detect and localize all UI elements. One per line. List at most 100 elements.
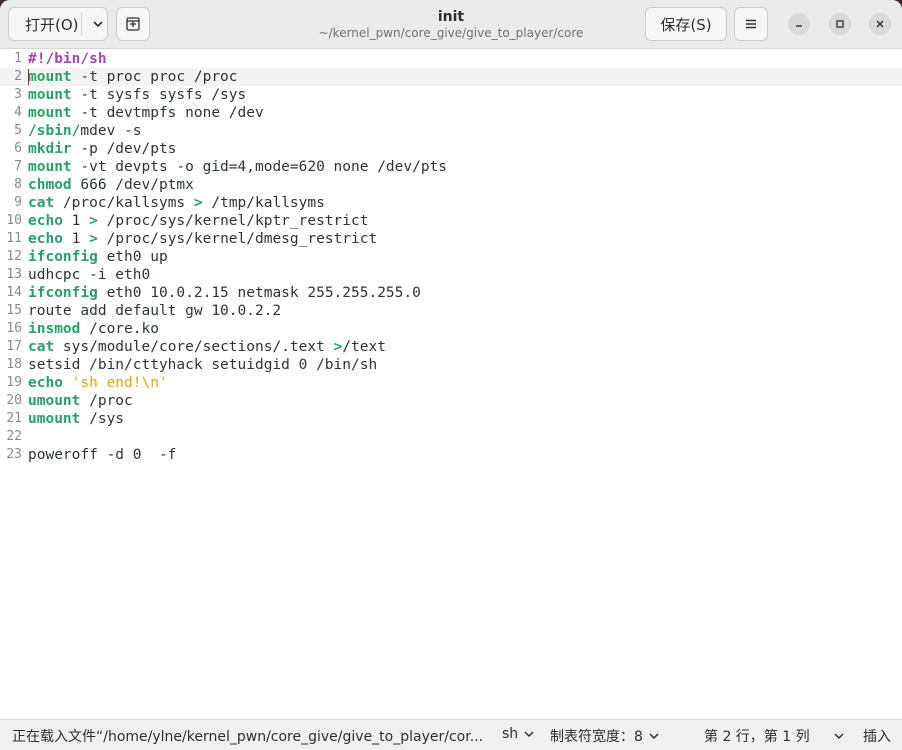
code-token: 1 [62,231,90,247]
code-token: sys/module/core/sections/.text [54,339,334,355]
code-text: mount -t sysfs sysfs /sys [28,86,246,104]
code-text: umount /sys [28,410,124,428]
minimize-icon [796,25,802,27]
code-text: poweroff -d 0 -f [28,446,176,464]
code-line[interactable]: 2 mount -t proc proc /proc [0,68,902,86]
header-bar: 打开(O) init ~/kernel_pwn/core_give/give_t… [0,0,902,49]
code-token: mount [28,105,72,121]
cursor-position-selector[interactable]: 第 2 行，第 1 列 [704,726,846,746]
code-token: cat [28,339,55,355]
line-number: 14 [6,285,22,300]
line-number: 1 [14,51,22,66]
maximize-icon [836,20,844,28]
code-line[interactable]: 13 udhcpc -i eth0 [0,266,902,284]
code-token: #!/bin/sh [28,51,107,67]
line-number: 2 [14,69,22,84]
code-token: -p /dev/pts [71,141,177,157]
line-number: 10 [6,213,22,228]
code-line[interactable]: 6 mkdir -p /dev/pts [0,140,902,158]
code-token: /sbin/ [28,123,81,139]
code-text: route add default gw 10.0.2.2 [28,302,281,320]
maximize-button[interactable] [829,13,851,35]
code-text: echo 1 > /proc/sys/kernel/kptr_restrict [28,212,368,230]
code-token: /text [342,339,386,355]
open-button-divider [81,12,82,36]
code-line[interactable]: 18 setsid /bin/cttyhack setuidgid 0 /bin/… [0,356,902,374]
language-label: sh [502,726,519,742]
close-button[interactable] [869,13,891,35]
code-line[interactable]: 16 insmod /core.ko [0,320,902,338]
code-text: #!/bin/sh [28,50,107,68]
code-token: route add default gw 10.0.2.2 [28,303,282,319]
code-token: mount [28,159,72,175]
code-token: -t proc proc /proc [71,69,238,85]
close-icon [876,20,884,28]
insert-mode-indicator[interactable]: 插入 [863,726,891,746]
code-line[interactable]: 4 mount -t devtmpfs none /dev [0,104,902,122]
open-file-button[interactable]: 打开(O) [8,7,108,41]
status-bar: 正在载入文件“/home/ylne/kernel_pwn/core_give/g… [0,719,902,750]
chevron-down-icon [834,733,844,740]
line-number: 19 [6,375,22,390]
save-button[interactable]: 保存(S) [645,7,727,41]
code-text: mount -t devtmpfs none /dev [28,104,264,122]
code-token: /tmp/kallsyms [202,195,325,211]
line-number: 13 [6,267,22,282]
main-menu-button[interactable] [734,7,768,41]
code-line[interactable]: 17 cat sys/module/core/sections/.text >/t… [0,338,902,356]
chevron-down-icon[interactable] [91,17,105,31]
code-text: setsid /bin/cttyhack setuidgid 0 /bin/sh [28,356,377,374]
code-line[interactable]: 19 echo 'sh end!\n' [0,374,902,392]
new-tab-button[interactable] [116,7,150,41]
code-text: umount /proc [28,392,133,410]
code-line[interactable]: 12 ifconfig eth0 up [0,248,902,266]
code-line[interactable]: 22 [0,428,902,446]
code-token: poweroff -d 0 -f [28,447,177,463]
code-token: chmod [28,177,72,193]
code-text: udhcpc -i eth0 [28,266,150,284]
code-token: setsid /bin/cttyhack setuidgid 0 /bin/sh [28,357,378,373]
code-line[interactable]: 15 route add default gw 10.0.2.2 [0,302,902,320]
code-token: ifconfig [28,249,98,265]
code-token: mdev -s [80,123,142,139]
code-token: mount [28,87,72,103]
code-line[interactable]: 10 echo 1 > /proc/sys/kernel/kptr_restric… [0,212,902,230]
code-text: ifconfig eth0 up [28,248,168,266]
code-line[interactable]: 9 cat /proc/kallsyms > /tmp/kallsyms [0,194,902,212]
code-editor[interactable]: 1 #!/bin/sh 2 mount -t proc proc /proc 3 moun… [0,49,902,719]
code-text: mount -vt devpts -o gid=4,mode=620 none … [28,158,447,176]
code-line[interactable]: 14 ifconfig eth0 10.0.2.15 netmask 255.25… [0,284,902,302]
line-number: 9 [14,195,22,210]
code-line[interactable]: 1 #!/bin/sh [0,50,902,68]
open-button-label: 打开(O) [25,15,79,34]
line-number: 5 [14,123,22,138]
minimize-button[interactable] [788,13,810,35]
code-line[interactable]: 20 umount /proc [0,392,902,410]
code-line[interactable]: 7 mount -vt devpts -o gid=4,mode=620 none… [0,158,902,176]
code-token: > [333,339,343,355]
tab-width-selector[interactable]: 制表符宽度：8 [550,726,661,746]
code-token: /proc [80,393,133,409]
code-token: 'sh end!\n' [71,375,168,391]
code-line[interactable]: 23 poweroff -d 0 -f [0,446,902,464]
chevron-down-icon [524,731,534,738]
code-token: /proc/kallsyms [54,195,194,211]
code-line[interactable]: 21 umount /sys [0,410,902,428]
line-number: 4 [14,105,22,120]
code-text: ifconfig eth0 10.0.2.15 netmask 255.255.… [28,284,421,302]
code-line[interactable]: 5/sbin/mdev -s [0,122,902,140]
code-token: > [193,195,203,211]
line-number: 15 [6,303,22,318]
code-line[interactable]: 11 echo 1 > /proc/sys/kernel/dmesg_restri… [0,230,902,248]
code-line[interactable]: 8 chmod 666 /dev/ptmx [0,176,902,194]
code-token: umount [28,393,81,409]
code-token: umount [28,411,81,427]
line-number: 3 [14,87,22,102]
code-line[interactable]: 3 mount -t sysfs sysfs /sys [0,86,902,104]
line-number: 17 [6,339,22,354]
cursor-position-label: 第 2 行，第 1 列 [704,729,810,745]
code-token: cat [28,195,55,211]
line-number: 8 [14,177,22,192]
language-selector[interactable]: sh [502,726,536,742]
hamburger-menu-icon [746,19,756,29]
